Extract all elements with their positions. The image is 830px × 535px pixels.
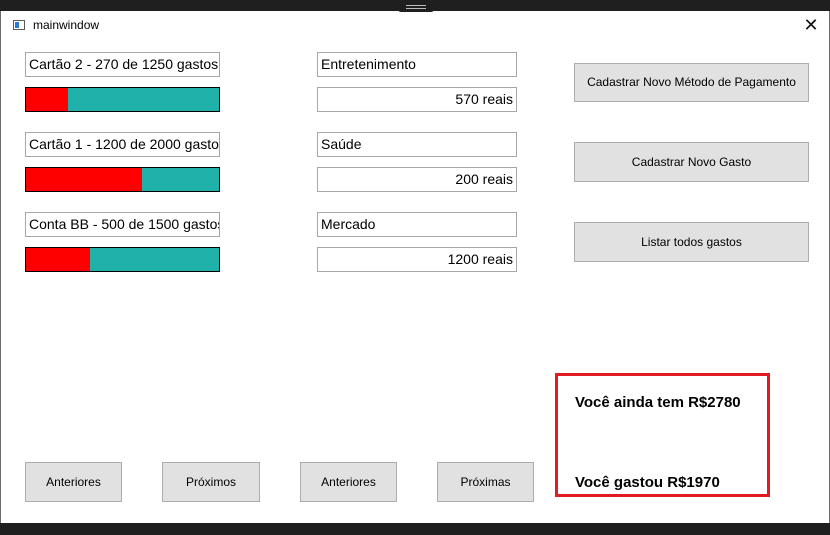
drag-handle[interactable]	[398, 0, 434, 12]
remaining-balance: Você ainda tem R$2780	[575, 394, 741, 411]
category-amount-2[interactable]: 200 reais	[317, 167, 517, 192]
payment-method-progress-1	[25, 87, 220, 112]
payment-method-progress-3	[25, 247, 220, 272]
list-expenses-button[interactable]: Listar todos gastos	[574, 222, 809, 262]
payment-methods-next-button[interactable]: Próximos	[162, 462, 260, 502]
window-title: mainwindow	[33, 18, 100, 32]
progress-used-fill	[26, 88, 68, 111]
main-window: mainwindow ✕ Cartão 2 - 270 de 1250 gast…	[0, 11, 830, 523]
close-button[interactable]: ✕	[799, 13, 823, 37]
summary-box: Você ainda tem R$2780 Você gastou R$1970	[555, 373, 770, 497]
progress-used-fill	[26, 248, 91, 271]
payment-method-progress-2	[25, 167, 220, 192]
payment-method-label-2[interactable]: Cartão 1 - 1200 de 2000 gastos	[25, 132, 220, 157]
progress-used-fill	[26, 168, 142, 191]
add-payment-method-button[interactable]: Cadastrar Novo Método de Pagamento	[574, 63, 809, 102]
payment-method-label-1[interactable]: Cartão 2 - 270 de 1250 gastos	[25, 52, 220, 77]
category-amount-3[interactable]: 1200 reais	[317, 247, 517, 272]
category-name-3[interactable]: Mercado	[317, 212, 517, 237]
category-name-1[interactable]: Entretenimento	[317, 52, 517, 77]
categories-previous-button[interactable]: Anteriores	[300, 462, 397, 502]
add-expense-button[interactable]: Cadastrar Novo Gasto	[574, 142, 809, 182]
categories-next-button[interactable]: Próximas	[437, 462, 534, 502]
payment-method-label-3[interactable]: Conta BB - 500 de 1500 gastos	[25, 212, 220, 237]
app-icon	[13, 20, 25, 30]
total-spent: Você gastou R$1970	[575, 474, 720, 491]
payment-methods-previous-button[interactable]: Anteriores	[25, 462, 122, 502]
category-amount-1[interactable]: 570 reais	[317, 87, 517, 112]
category-name-2[interactable]: Saúde	[317, 132, 517, 157]
